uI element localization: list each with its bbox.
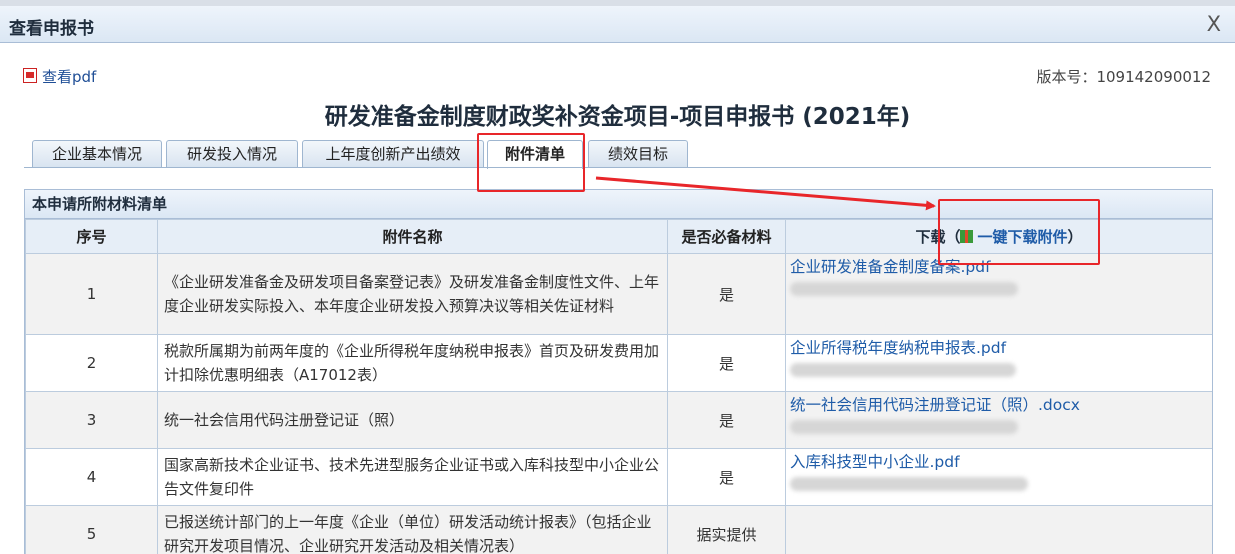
annotation-arrow <box>0 0 1235 553</box>
